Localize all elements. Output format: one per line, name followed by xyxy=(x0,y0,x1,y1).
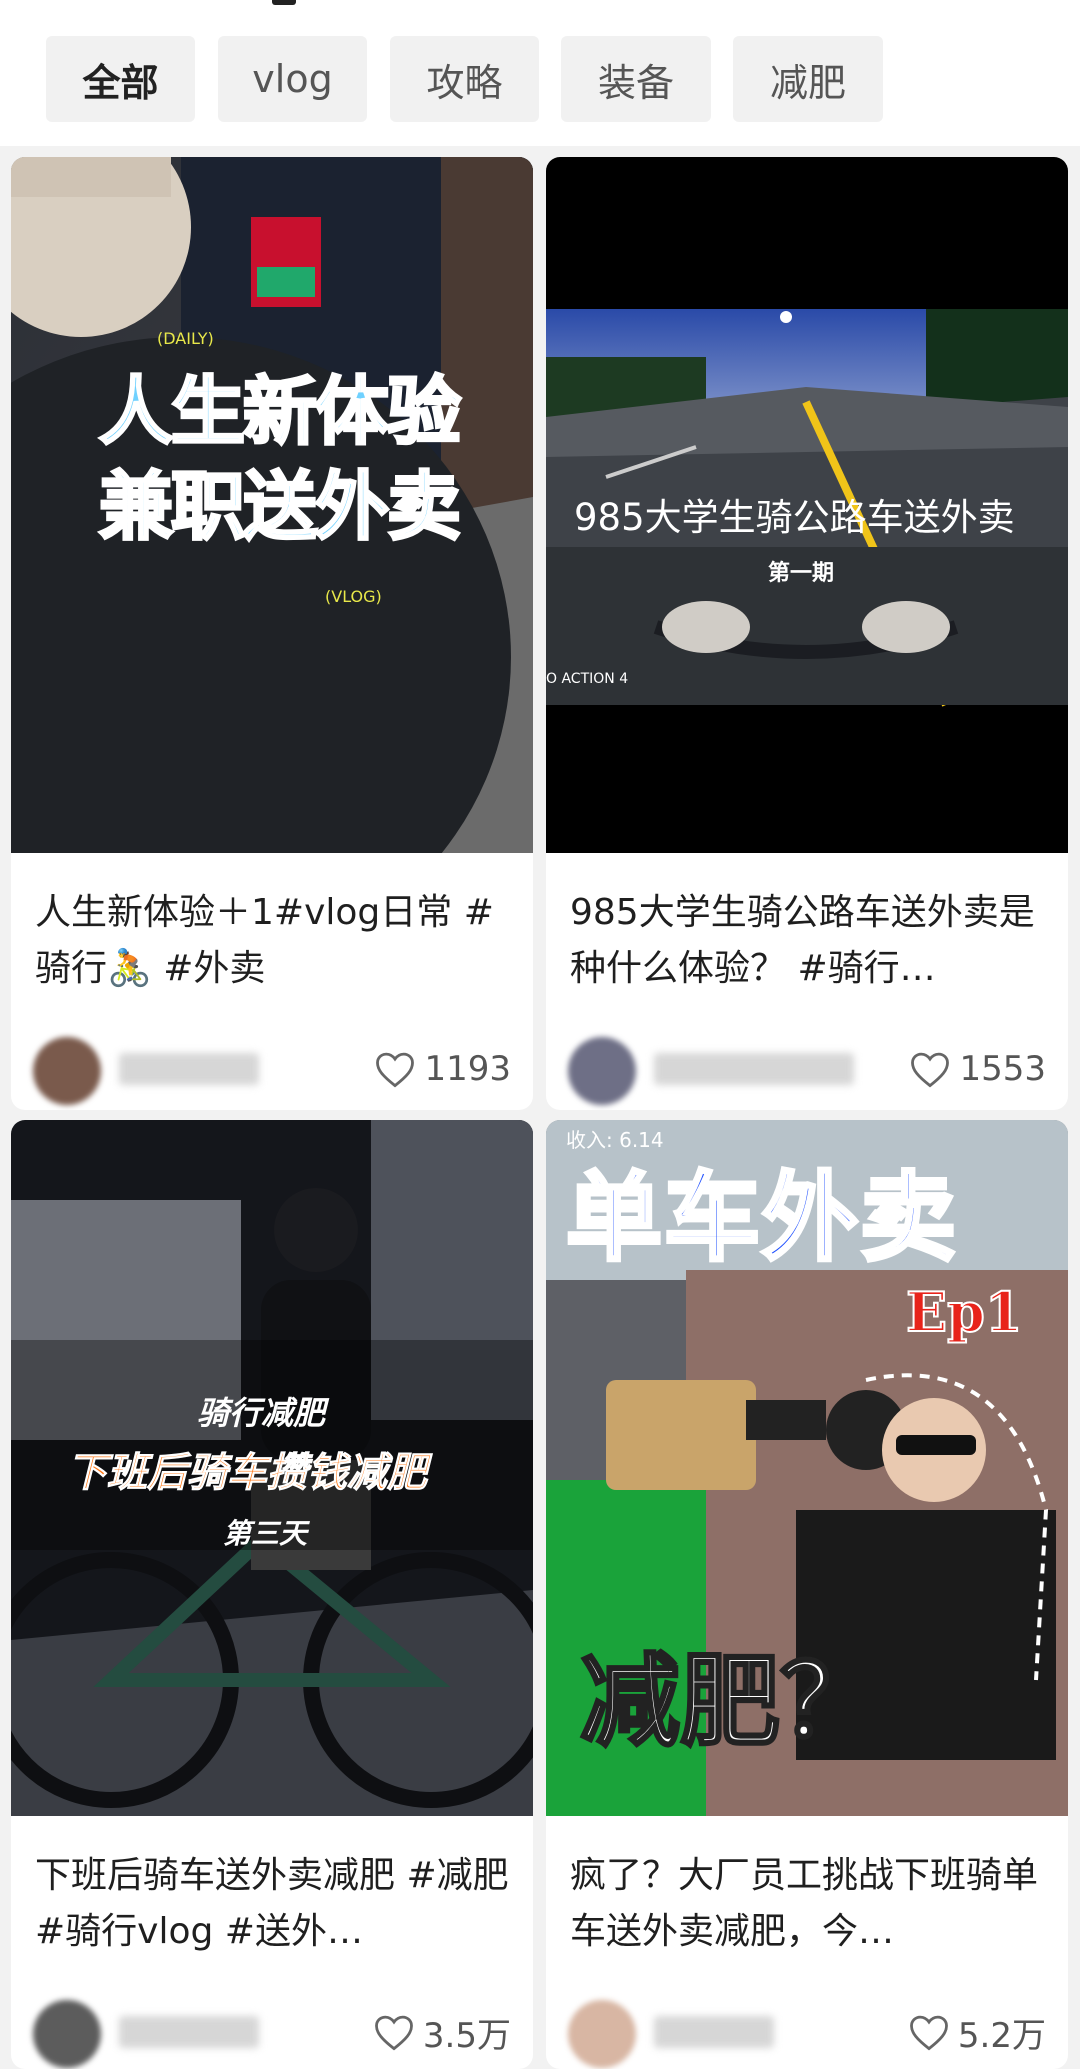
video-card[interactable]: (DAILY) 人生新体验 兼职送外卖 (VLOG) 人生新体验＋1#vlog日… xyxy=(11,157,533,1110)
tab-vlog[interactable]: vlog xyxy=(218,36,367,122)
like-count[interactable]: 1193 xyxy=(374,1047,511,1091)
thumbnail-episode: Ep1 xyxy=(905,1279,1023,1345)
card-meta: 3.5万 xyxy=(33,1996,511,2068)
video-title[interactable]: 人生新体验＋1#vlog日常 #骑行🚴 #外卖 xyxy=(35,885,513,997)
thumbnail-headline: 单车外卖 xyxy=(564,1160,958,1276)
video-title[interactable]: 下班后骑车送外卖减肥 #减肥 #骑行vlog #送外… xyxy=(35,1848,513,1960)
like-count[interactable]: 3.5万 xyxy=(373,2010,511,2056)
thumbnail-subtitle: 减肥？ xyxy=(579,1642,882,1762)
username-blurred[interactable] xyxy=(654,1053,854,1085)
thumbnail-subtitle: 第一期 xyxy=(768,561,835,586)
video-card[interactable]: 985大学生骑公路车送外卖 第一期 O ACTION 4 985大学生骑公路车送… xyxy=(546,157,1068,1110)
video-title[interactable]: 985大学生骑公路车送外卖是种什么体验？ #骑行… xyxy=(570,885,1048,997)
card-meta: 5.2万 xyxy=(568,1996,1046,2068)
avatar[interactable] xyxy=(33,2000,101,2068)
video-card[interactable]: 骑行减肥 下班后骑车攒钱减肥 第三天 下班后骑车送外卖减肥 #减肥 #骑行vlo… xyxy=(11,1120,533,2069)
tab-guide[interactable]: 攻略 xyxy=(390,36,539,122)
category-tabs: 全部 vlog 攻略 装备 减肥 xyxy=(0,6,1080,146)
thumbnail-headline: 兼职送外卖 xyxy=(98,463,463,552)
like-count-value: 1553 xyxy=(959,1049,1046,1089)
thumbnail-tag: 骑行减肥 xyxy=(197,1394,326,1432)
thumbnail-watermark: O ACTION 4 xyxy=(546,671,629,687)
heart-icon xyxy=(375,2015,413,2051)
thumbnail-tag: (DAILY) xyxy=(157,329,214,348)
username-blurred[interactable] xyxy=(119,2016,259,2048)
thumbnail-subtitle: 第三天 xyxy=(223,1517,308,1550)
card-meta: 1193 xyxy=(33,1033,511,1105)
video-title[interactable]: 疯了？大厂员工挑战下班骑单车送外卖减肥，今… xyxy=(570,1848,1048,1960)
video-thumbnail[interactable]: 收入: 6.14 单车外卖 Ep1 减肥？ xyxy=(546,1120,1068,1816)
tab-weight-loss[interactable]: 减肥 xyxy=(733,36,883,122)
like-count[interactable]: 5.2万 xyxy=(908,2010,1046,2056)
video-thumbnail[interactable]: 骑行减肥 下班后骑车攒钱减肥 第三天 xyxy=(11,1120,533,1816)
username-blurred[interactable] xyxy=(654,2016,774,2048)
video-card[interactable]: 收入: 6.14 单车外卖 Ep1 减肥？ 疯了？大厂员工挑战下班骑单车送外卖减… xyxy=(546,1120,1068,2069)
heart-icon xyxy=(911,1052,950,1088)
like-count-value: 1193 xyxy=(424,1049,511,1089)
like-count[interactable]: 1553 xyxy=(909,1047,1046,1091)
thumbnail-tag: (VLOG) xyxy=(325,587,382,606)
avatar[interactable] xyxy=(568,1037,636,1105)
heart-icon xyxy=(910,2015,948,2051)
tab-gear[interactable]: 装备 xyxy=(561,36,711,122)
thumbnail-headline: 985大学生骑公路车送外卖 xyxy=(574,496,1015,539)
card-meta: 1553 xyxy=(568,1033,1046,1105)
heart-icon xyxy=(376,1052,415,1088)
like-count-value: 5.2万 xyxy=(957,2015,1046,2056)
username-blurred[interactable] xyxy=(119,1053,259,1085)
tab-indicator xyxy=(272,0,296,5)
like-count-value: 3.5万 xyxy=(422,2015,511,2056)
thumbnail-headline: 下班后骑车攒钱减肥 xyxy=(67,1450,428,1497)
avatar[interactable] xyxy=(33,1037,101,1105)
video-thumbnail[interactable]: 985大学生骑公路车送外卖 第一期 O ACTION 4 xyxy=(546,157,1068,853)
avatar[interactable] xyxy=(568,2000,636,2068)
tab-all[interactable]: 全部 xyxy=(46,36,195,122)
video-thumbnail[interactable]: (DAILY) 人生新体验 兼职送外卖 (VLOG) xyxy=(11,157,533,853)
thumbnail-headline: 人生新体验 xyxy=(98,368,463,457)
